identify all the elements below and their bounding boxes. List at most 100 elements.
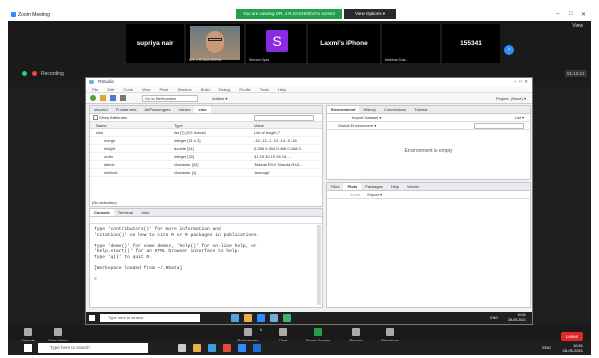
task-view-icon[interactable] xyxy=(178,344,186,352)
table-row[interactable]: clus list [7] (S3: hclust) List of length … xyxy=(90,129,322,137)
taskbar-app-icon[interactable] xyxy=(283,314,291,322)
participant-tile[interactable]: S Shivani Vyas xyxy=(246,24,306,63)
menu-item[interactable]: File xyxy=(92,87,98,92)
file-explorer-icon[interactable] xyxy=(193,344,201,352)
menu-item[interactable]: Debug xyxy=(219,87,231,92)
tab-packages[interactable]: Packages xyxy=(361,183,387,190)
taskbar-app-icon[interactable] xyxy=(231,314,239,322)
menu-item[interactable]: Code xyxy=(123,87,133,92)
tab-tutorial[interactable]: Tutorial xyxy=(410,106,431,113)
source-pane: mtcars1 R data sets AirPassengers mtcars clu… xyxy=(89,105,323,207)
outer-taskbar-search[interactable]: Type here to search xyxy=(38,343,148,353)
project-menu[interactable]: Project: (None) ▾ xyxy=(496,96,526,101)
zoom-plot-button[interactable]: Zoom xyxy=(350,192,360,197)
menu-item[interactable]: Help xyxy=(278,87,286,92)
menu-item[interactable]: Plots xyxy=(160,87,169,92)
elapsed-time: 01:12:21 xyxy=(565,70,587,77)
window-controls[interactable]: – □ ✕ xyxy=(514,78,528,86)
security-shield-icon[interactable] xyxy=(22,71,27,76)
windows-start-icon[interactable] xyxy=(24,344,32,352)
close-icon[interactable]: ✕ xyxy=(581,11,586,18)
chrome-icon[interactable] xyxy=(223,344,231,352)
export-plot-button[interactable]: Export ▾ xyxy=(367,192,382,197)
taskbar-app-icon[interactable] xyxy=(270,314,278,322)
tab-plots[interactable]: Plots xyxy=(343,183,362,190)
tab-environment[interactable]: Environment xyxy=(327,106,360,113)
tab-r-data-sets[interactable]: R data sets xyxy=(112,106,140,113)
tab-connections[interactable]: Connections xyxy=(380,106,410,113)
global-environment-menu[interactable]: Global Environment ▾ xyxy=(338,123,376,128)
column-header[interactable]: Name xyxy=(96,122,107,129)
save-icon[interactable] xyxy=(110,95,116,101)
table-row[interactable]: labels character [32] 'Mazda RX4' 'Mazda R… xyxy=(90,161,322,169)
windows-start-icon[interactable] xyxy=(89,315,95,321)
cell-value: -15 -12 -1 -10 -14 -5 -16 xyxy=(254,138,297,143)
tab-viewer[interactable]: Viewer xyxy=(403,183,423,190)
shared-taskbar: Type here to search 10:51 28-05-2021 ENG xyxy=(86,312,532,324)
edge-icon[interactable] xyxy=(208,344,216,352)
tab-terminal[interactable]: Terminal xyxy=(114,209,137,216)
participant-tile[interactable]: Laxmi's iPhone xyxy=(308,24,380,63)
zoom-icon[interactable] xyxy=(238,344,246,352)
console-scrollbar[interactable] xyxy=(317,225,321,305)
tab-airpassengers[interactable]: AirPassengers xyxy=(140,106,174,113)
column-header[interactable]: Type xyxy=(174,122,183,129)
table-row[interactable]: order integer [32] 31 29 30 19 26 18 ... xyxy=(90,153,322,161)
menu-item[interactable]: Build xyxy=(201,87,210,92)
environment-search-input[interactable] xyxy=(474,123,524,129)
import-dataset-button[interactable]: Import Dataset ▾ xyxy=(352,115,381,120)
word-icon[interactable] xyxy=(253,344,261,352)
menu-item[interactable]: Profile xyxy=(239,87,250,92)
shared-screen: RStudio – □ ✕ File Edit Code View Plots Sessi… xyxy=(85,77,533,325)
leave-button[interactable]: Leave xyxy=(561,332,583,341)
open-project-icon[interactable] xyxy=(100,95,106,101)
menu-item[interactable]: Session xyxy=(177,87,191,92)
recording-label: Recording xyxy=(41,71,64,77)
window-title: Zoom Meeting xyxy=(18,12,50,18)
goto-file-input[interactable]: Go to file/function xyxy=(142,95,198,102)
tab-mtcars[interactable]: mtcars xyxy=(174,106,194,113)
shared-taskbar-search[interactable]: Type here to search xyxy=(100,314,200,322)
menu-item[interactable]: View xyxy=(142,87,151,92)
new-file-icon[interactable] xyxy=(90,95,96,101)
table-body: clus list [7] (S3: hclust) List of length … xyxy=(90,129,322,177)
column-header[interactable]: Value xyxy=(254,122,264,129)
participant-name: DR. J.R.SACHDEVA xyxy=(189,58,222,62)
tab-console[interactable]: Console xyxy=(90,209,114,216)
participant-tile[interactable]: 155341 xyxy=(442,24,500,63)
view-options-button[interactable]: View Options ▾ xyxy=(344,9,396,19)
participant-caption: Mahima Sola... xyxy=(385,58,409,62)
addins-menu[interactable]: Addins ▾ xyxy=(212,96,227,101)
console-output[interactable]: Type 'contributors()' for more informati… xyxy=(90,224,322,286)
list-view-menu[interactable]: List ▾ xyxy=(515,114,524,122)
taskbar-app-icon[interactable] xyxy=(244,314,252,322)
table-row[interactable]: height double [31] 0.286 0.394 0.408 0.408… xyxy=(90,145,322,153)
next-page-icon[interactable]: › xyxy=(504,45,514,55)
table-row[interactable]: method character [1] 'average' xyxy=(90,169,322,177)
tab-files[interactable]: Files xyxy=(327,183,343,190)
maximize-icon[interactable]: □ xyxy=(569,11,573,17)
unmute-icon xyxy=(24,328,32,336)
selection-status: (No selection) xyxy=(92,200,117,205)
tab-history[interactable]: History xyxy=(359,106,379,113)
menu-item[interactable]: Edit xyxy=(107,87,114,92)
minimize-icon[interactable]: – xyxy=(556,11,559,17)
participant-tile[interactable]: supriya nair xyxy=(126,24,184,63)
menu-item[interactable]: Tools xyxy=(260,87,269,92)
tab-mtcars1[interactable]: mtcars1 xyxy=(90,106,112,113)
clock-date: 28-05-2021 xyxy=(508,317,526,322)
zoom-logo-icon xyxy=(11,12,16,17)
print-icon[interactable] xyxy=(120,95,126,101)
tab-clus[interactable]: clus xyxy=(194,106,211,113)
show-attributes-checkbox[interactable] xyxy=(93,115,98,121)
cell-value: 'average' xyxy=(254,170,270,175)
table-row[interactable]: merge integer [31 x 2] -15 -12 -1 -10 -14 … xyxy=(90,137,322,145)
view-button[interactable]: View xyxy=(572,23,583,29)
participant-tile[interactable]: Mahima Sola... xyxy=(382,24,440,63)
tab-jobs[interactable]: Jobs xyxy=(137,209,153,216)
taskbar-app-icon[interactable] xyxy=(257,314,265,322)
filter-input[interactable] xyxy=(254,115,314,121)
tab-help[interactable]: Help xyxy=(387,183,403,190)
start-video-icon xyxy=(54,328,62,336)
participant-tile[interactable]: DR. J.R.SACHDEVA xyxy=(186,24,244,63)
